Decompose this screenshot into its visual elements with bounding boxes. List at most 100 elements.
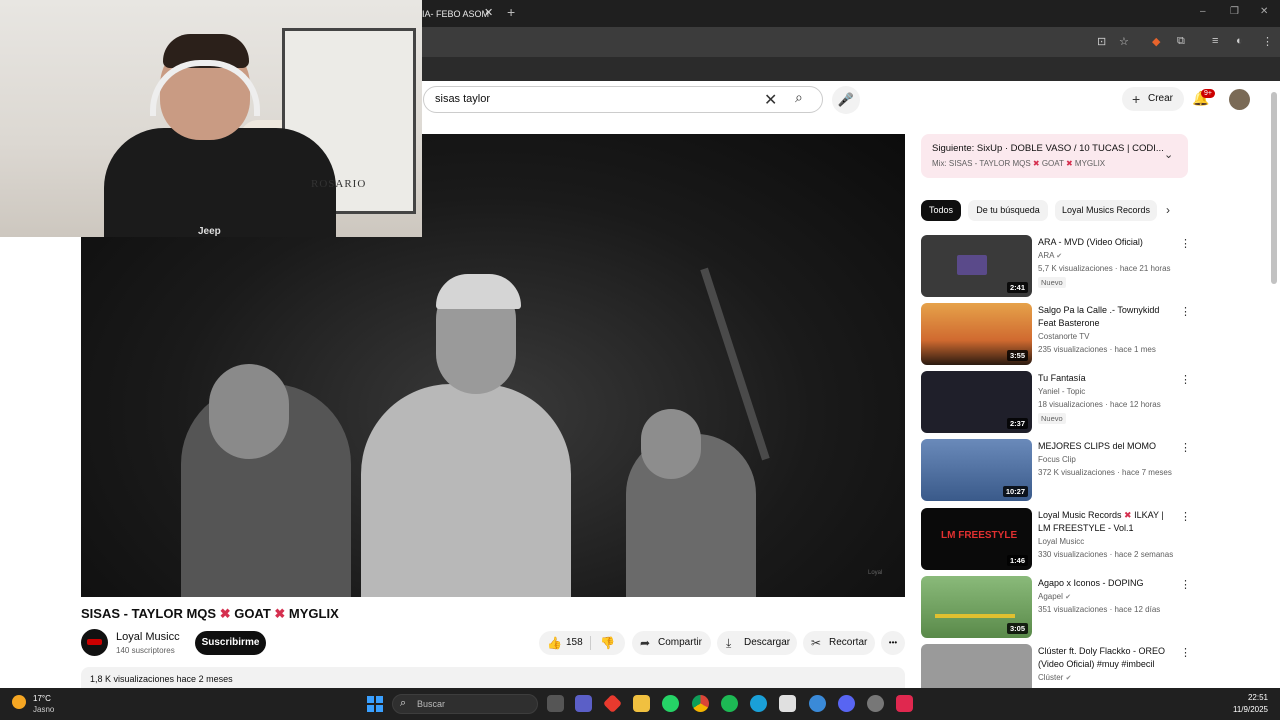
kebab-menu-icon[interactable]: ⋮ xyxy=(1180,510,1191,523)
microphone-icon[interactable]: 🎤 xyxy=(832,86,860,114)
more-actions-button[interactable]: ••• xyxy=(881,631,905,655)
kebab-menu-icon[interactable]: ⋮ xyxy=(1180,441,1191,454)
video-tree xyxy=(700,267,770,461)
task-view-icon[interactable] xyxy=(547,695,564,712)
whatsapp-icon[interactable] xyxy=(662,695,679,712)
tab-close-icon[interactable]: ✕ xyxy=(484,6,493,19)
up-next-panel[interactable]: Siguiente: SixUp · DOBLE VASO / 10 TUCAS… xyxy=(921,134,1188,178)
share-button[interactable]: ➦ Compartir xyxy=(632,631,711,655)
video-title[interactable]: Salgo Pa la Calle .- Townykidd Feat Bast… xyxy=(1038,304,1173,330)
video-thumbnail[interactable]: 10:27 xyxy=(921,439,1032,501)
extensions-puzzle-icon[interactable]: ⧉ xyxy=(1177,35,1185,48)
video-thumbnail[interactable]: 3:05 xyxy=(921,576,1032,638)
media-control-icon[interactable]: ≡ xyxy=(1212,35,1218,47)
edge-icon[interactable] xyxy=(750,695,767,712)
up-next-subtitle: Mix: SISAS - TAYLOR MQS ✖ GOAT ✖ MYGLIX xyxy=(932,159,1106,168)
download-button[interactable]: ⤓ Descargar xyxy=(717,631,797,655)
channel-avatar[interactable] xyxy=(81,629,108,656)
thumbs-down-icon[interactable]: 👎 xyxy=(600,631,615,655)
app-icon[interactable] xyxy=(809,695,826,712)
close-window-icon[interactable]: ✕ xyxy=(1260,6,1268,17)
channel-name[interactable]: ARA ✔ xyxy=(1038,251,1062,260)
kebab-menu-icon[interactable]: ⋮ xyxy=(1180,646,1191,659)
kebab-menu-icon[interactable]: ⋮ xyxy=(1180,305,1191,318)
channel-name[interactable]: Focus Clip xyxy=(1038,455,1076,464)
search-icon[interactable]: ⌕ xyxy=(795,89,803,106)
create-button[interactable]: + Crear xyxy=(1122,87,1184,111)
recommendation-item[interactable]: 3:05 Agapo x Iconos - DOPING Agapel ✔ 35… xyxy=(921,576,1191,640)
video-title[interactable]: Loyal Music Records ✖ ILKAY | LM FREESTY… xyxy=(1038,509,1173,535)
bookmark-star-icon[interactable]: ☆ xyxy=(1119,35,1129,48)
video-thumbnail[interactable]: 2:37 xyxy=(921,371,1032,433)
kebab-menu-icon[interactable]: ⋮ xyxy=(1180,578,1191,591)
video-meta: 5,7 K visualizaciones · hace 21 horas xyxy=(1038,264,1171,273)
kebab-menu-icon[interactable]: ⋮ xyxy=(1180,237,1191,250)
profile-icon[interactable]: ◐ xyxy=(1236,35,1243,47)
channel-name[interactable]: Costanorte TV xyxy=(1038,332,1089,341)
notifications-badge: 9+ xyxy=(1201,89,1215,98)
like-count[interactable]: 158 xyxy=(566,631,583,655)
page-scrollbar[interactable] xyxy=(1271,92,1277,284)
recommendation-item[interactable]: 3:55 Salgo Pa la Calle .- Townykidd Feat… xyxy=(921,303,1191,367)
clip-button[interactable]: ✂ Recortar xyxy=(803,631,875,655)
video-title[interactable]: Agapo x Iconos - DOPING xyxy=(1038,577,1173,590)
video-thumbnail[interactable]: LM FREESTYLE 1:46 xyxy=(921,508,1032,570)
chip-loyal-musics[interactable]: Loyal Musics Records xyxy=(1055,200,1157,221)
video-thumbnail[interactable]: 3:55 xyxy=(921,303,1032,365)
tiktok-icon[interactable] xyxy=(896,695,913,712)
kebab-menu-icon[interactable]: ⋮ xyxy=(1180,373,1191,386)
search-input[interactable]: sisas taylor xyxy=(435,93,490,105)
video-meta: 18 visualizaciones · hace 12 horas xyxy=(1038,400,1161,409)
subscribe-button[interactable]: Suscribirme xyxy=(195,631,266,655)
spotify-icon[interactable] xyxy=(721,695,738,712)
minimize-icon[interactable]: – xyxy=(1200,6,1206,17)
video-title[interactable]: ARA - MVD (Video Oficial) xyxy=(1038,236,1173,249)
maximize-icon[interactable]: ❐ xyxy=(1230,6,1239,17)
discord-icon[interactable] xyxy=(838,695,855,712)
recommendation-item[interactable]: LM FREESTYLE 1:46 Loyal Music Records ✖ … xyxy=(921,508,1191,572)
taskbar-search[interactable]: ⌕ Buscar xyxy=(392,694,538,714)
channel-name[interactable]: Yaniel - Topic xyxy=(1038,387,1085,396)
weather-icon[interactable] xyxy=(12,695,26,709)
chip-all[interactable]: Todos xyxy=(921,200,961,221)
recommendation-item[interactable]: 2:41 ARA - MVD (Video Oficial) ARA ✔ 5,7… xyxy=(921,235,1191,299)
install-icon[interactable]: ⊡ xyxy=(1097,35,1106,48)
channel-name[interactable]: Agapel ✔ xyxy=(1038,592,1071,601)
video-title[interactable]: MEJORES CLIPS del MOMO xyxy=(1038,440,1173,453)
chevron-right-icon[interactable]: › xyxy=(1166,203,1170,217)
share-label: Compartir xyxy=(658,637,702,648)
account-avatar[interactable] xyxy=(1229,89,1250,110)
video-thumbnail[interactable] xyxy=(921,644,1032,688)
chip-from-search[interactable]: De tu búsqueda xyxy=(968,200,1048,221)
clear-search-icon[interactable]: ✕ xyxy=(764,90,777,110)
start-menu-icon[interactable] xyxy=(367,696,383,712)
channel-name[interactable]: Loyal Musicc xyxy=(116,631,180,643)
thumbs-up-icon[interactable]: 👍 xyxy=(547,631,562,655)
recommendation-item[interactable]: Clúster ft. Doly Flackko - OREO (Video O… xyxy=(921,644,1191,688)
weather-description[interactable]: Jasno xyxy=(33,705,54,714)
channel-name[interactable]: Clúster ✔ xyxy=(1038,673,1071,682)
recommendation-item[interactable]: 2:37 Tu Fantasía Yaniel - Topic 18 visua… xyxy=(921,371,1191,435)
video-thumbnail[interactable]: 2:41 xyxy=(921,235,1032,297)
cross-mark-icon: ✖ xyxy=(274,606,286,621)
browser-menu-icon[interactable]: ⋮ xyxy=(1262,35,1273,48)
channel-name[interactable]: Loyal Musicc xyxy=(1038,537,1084,546)
settings-gear-icon[interactable] xyxy=(867,695,884,712)
extension-icon[interactable]: ◆ xyxy=(1152,35,1160,48)
clock-date[interactable]: 11/9/2025 xyxy=(1220,705,1268,714)
search-box[interactable]: sisas taylor ✕ ⌕ xyxy=(423,86,823,113)
recommendation-item[interactable]: 10:27 MEJORES CLIPS del MOMO Focus Clip … xyxy=(921,439,1191,503)
video-title[interactable]: Clúster ft. Doly Flackko - OREO (Video O… xyxy=(1038,645,1173,671)
video-figure-cap xyxy=(436,274,521,309)
new-tab-icon[interactable]: + xyxy=(507,4,515,20)
file-explorer-icon[interactable] xyxy=(633,695,650,712)
video-meta: 330 visualizaciones · hace 2 semanas xyxy=(1038,550,1174,559)
chevron-down-icon[interactable]: ⌄ xyxy=(1164,148,1173,161)
video-title[interactable]: Tu Fantasía xyxy=(1038,372,1173,385)
weather-temperature[interactable]: 17°C xyxy=(33,694,51,703)
clock-time[interactable]: 22:51 xyxy=(1228,693,1268,702)
clip-label: Recortar xyxy=(829,637,868,648)
store-icon[interactable] xyxy=(779,695,796,712)
chrome-icon[interactable] xyxy=(692,695,709,712)
teams-icon[interactable] xyxy=(575,695,592,712)
